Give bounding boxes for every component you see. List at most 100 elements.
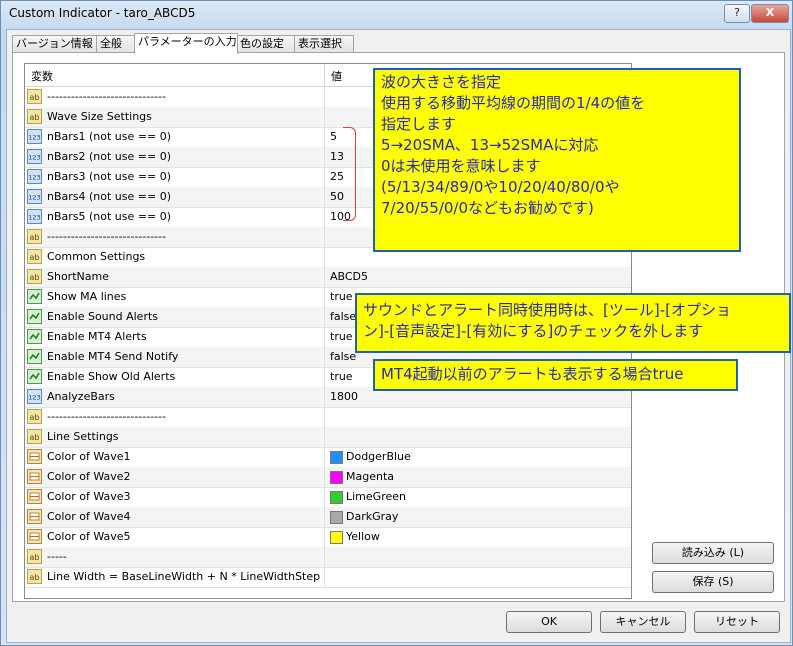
parameter-value[interactable]: 1800 — [330, 390, 358, 403]
parameter-row[interactable]: Color of Wave3 LimeGreen — [25, 487, 631, 508]
nbars-bracket — [343, 127, 356, 221]
svg-text:ab: ab — [30, 413, 40, 422]
parameter-name: AnalyzeBars — [47, 390, 115, 403]
parameter-value[interactable]: false — [330, 350, 356, 363]
note-line: サウンドとアラート同時使用時は、[ツール]-[オプショ — [363, 301, 731, 319]
ok-button[interactable]: OK — [506, 611, 592, 633]
parameter-value[interactable]: 25 — [330, 170, 344, 183]
svg-text:123: 123 — [28, 394, 40, 402]
window-title: Custom Indicator - taro_ABCD5 — [9, 6, 196, 20]
note-line: MT4起動以前のアラートも表示する場合true — [381, 365, 684, 383]
parameter-name: ------------------------------ — [47, 90, 167, 103]
number-type-icon: 123 — [27, 209, 42, 224]
svg-text:ab: ab — [30, 553, 40, 562]
parameter-value[interactable]: DarkGray — [346, 510, 398, 523]
tab-general[interactable]: 全般 — [96, 35, 136, 53]
svg-text:ab: ab — [30, 253, 40, 262]
cancel-button[interactable]: キャンセル — [600, 611, 686, 633]
bool-type-icon — [27, 349, 42, 364]
svg-text:ab: ab — [30, 93, 40, 102]
tab-visualization[interactable]: 表示選択 — [294, 35, 354, 53]
note-line: ン]-[音声設定]-[有効にする]のチェックを外します — [363, 322, 704, 340]
parameter-name: nBars5 (not use == 0) — [47, 210, 171, 223]
svg-text:123: 123 — [28, 154, 40, 162]
parameter-name: Wave Size Settings — [47, 110, 152, 123]
color-type-icon — [27, 449, 42, 464]
parameter-name: Color of Wave1 — [47, 450, 131, 463]
parameter-row[interactable]: Color of Wave1 DodgerBlue — [25, 447, 631, 468]
parameter-row[interactable]: ab Line Settings — [25, 427, 631, 448]
parameter-name: Line Width = BaseLineWidth + N * LineWid… — [47, 570, 321, 583]
title-bar[interactable]: Custom Indicator - taro_ABCD5 ? X — [1, 1, 792, 27]
old-alerts-note: MT4起動以前のアラートも表示する場合true — [373, 359, 738, 391]
note-line: (5/13/34/89/0や10/20/40/80/0や — [381, 178, 620, 196]
parameter-name: ShortName — [47, 270, 109, 283]
parameter-row[interactable]: ab ------------------------------ — [25, 407, 631, 428]
parameter-name: Enable Show Old Alerts — [47, 370, 176, 383]
parameter-name: Color of Wave2 — [47, 470, 131, 483]
svg-text:123: 123 — [28, 134, 40, 142]
parameter-name: Common Settings — [47, 250, 146, 263]
tab-version[interactable]: バージョン情報 — [12, 35, 98, 53]
parameter-row[interactable]: Color of Wave2 Magenta — [25, 467, 631, 488]
column-header-variable[interactable]: 変数 — [31, 68, 53, 84]
note-line: 使用する移動平均線の期間の1/4の値を — [381, 94, 646, 112]
note-line: 0は未使用を意味します — [381, 157, 541, 175]
svg-text:123: 123 — [28, 174, 40, 182]
load-button[interactable]: 読み込み (L) — [652, 542, 774, 564]
parameter-row[interactable]: ab ----- — [25, 547, 631, 568]
parameter-name: nBars3 (not use == 0) — [47, 170, 171, 183]
parameter-value[interactable]: 13 — [330, 150, 344, 163]
parameter-value[interactable]: 5 — [330, 130, 337, 143]
bool-type-icon — [27, 289, 42, 304]
color-type-icon — [27, 489, 42, 504]
color-swatch — [330, 451, 343, 464]
parameter-value[interactable]: true — [330, 330, 353, 343]
color-swatch — [330, 531, 343, 544]
parameter-row[interactable]: ab ShortName ABCD5 — [25, 267, 631, 288]
parameter-name: Enable MT4 Alerts — [47, 330, 147, 343]
reset-button[interactable]: リセット — [694, 611, 780, 633]
save-button[interactable]: 保存 (S) — [652, 571, 774, 593]
svg-text:123: 123 — [28, 194, 40, 202]
parameter-value[interactable]: false — [330, 310, 356, 323]
parameter-row[interactable]: Color of Wave5 Yellow — [25, 527, 631, 548]
text-type-icon: ab — [27, 549, 42, 564]
parameter-value[interactable]: Magenta — [346, 470, 394, 483]
text-type-icon: ab — [27, 409, 42, 424]
parameter-row[interactable]: Color of Wave4 DarkGray — [25, 507, 631, 528]
help-button[interactable]: ? — [724, 4, 750, 23]
text-type-icon: ab — [27, 89, 42, 104]
text-type-icon: ab — [27, 229, 42, 244]
text-type-icon: ab — [27, 269, 42, 284]
parameter-name: Color of Wave4 — [47, 510, 131, 523]
parameter-name: nBars2 (not use == 0) — [47, 150, 171, 163]
parameter-value[interactable]: Yellow — [346, 530, 380, 543]
svg-text:ab: ab — [30, 273, 40, 282]
close-button[interactable]: X — [751, 4, 789, 23]
parameter-value[interactable]: true — [330, 290, 353, 303]
parameter-value[interactable]: 50 — [330, 190, 344, 203]
color-type-icon — [27, 469, 42, 484]
number-type-icon: 123 — [27, 169, 42, 184]
parameter-name: Enable Sound Alerts — [47, 310, 159, 323]
svg-text:ab: ab — [30, 433, 40, 442]
color-swatch — [330, 511, 343, 524]
text-type-icon: ab — [27, 569, 42, 584]
parameter-value[interactable]: ABCD5 — [330, 270, 368, 283]
color-type-icon — [27, 529, 42, 544]
tab-colors[interactable]: 色の設定 — [236, 35, 296, 53]
tab-parameters[interactable]: パラメーターの入力 — [134, 33, 238, 54]
parameter-value[interactable]: LimeGreen — [346, 490, 406, 503]
parameter-name: Show MA lines — [47, 290, 127, 303]
note-line: 7/20/55/0/0などもお勧めです) — [381, 199, 594, 217]
parameter-row[interactable]: ab Line Width = BaseLineWidth + N * LineW… — [25, 567, 631, 588]
parameter-value[interactable]: true — [330, 370, 353, 383]
text-type-icon: ab — [27, 109, 42, 124]
parameter-value[interactable]: DodgerBlue — [346, 450, 411, 463]
number-type-icon: 123 — [27, 149, 42, 164]
text-type-icon: ab — [27, 249, 42, 264]
wave-size-note: 波の大きさを指定 使用する移動平均線の期間の1/4の値を 指定します 5→20S… — [373, 68, 741, 252]
column-header-value[interactable]: 値 — [331, 68, 342, 84]
parameter-name: Color of Wave5 — [47, 530, 131, 543]
